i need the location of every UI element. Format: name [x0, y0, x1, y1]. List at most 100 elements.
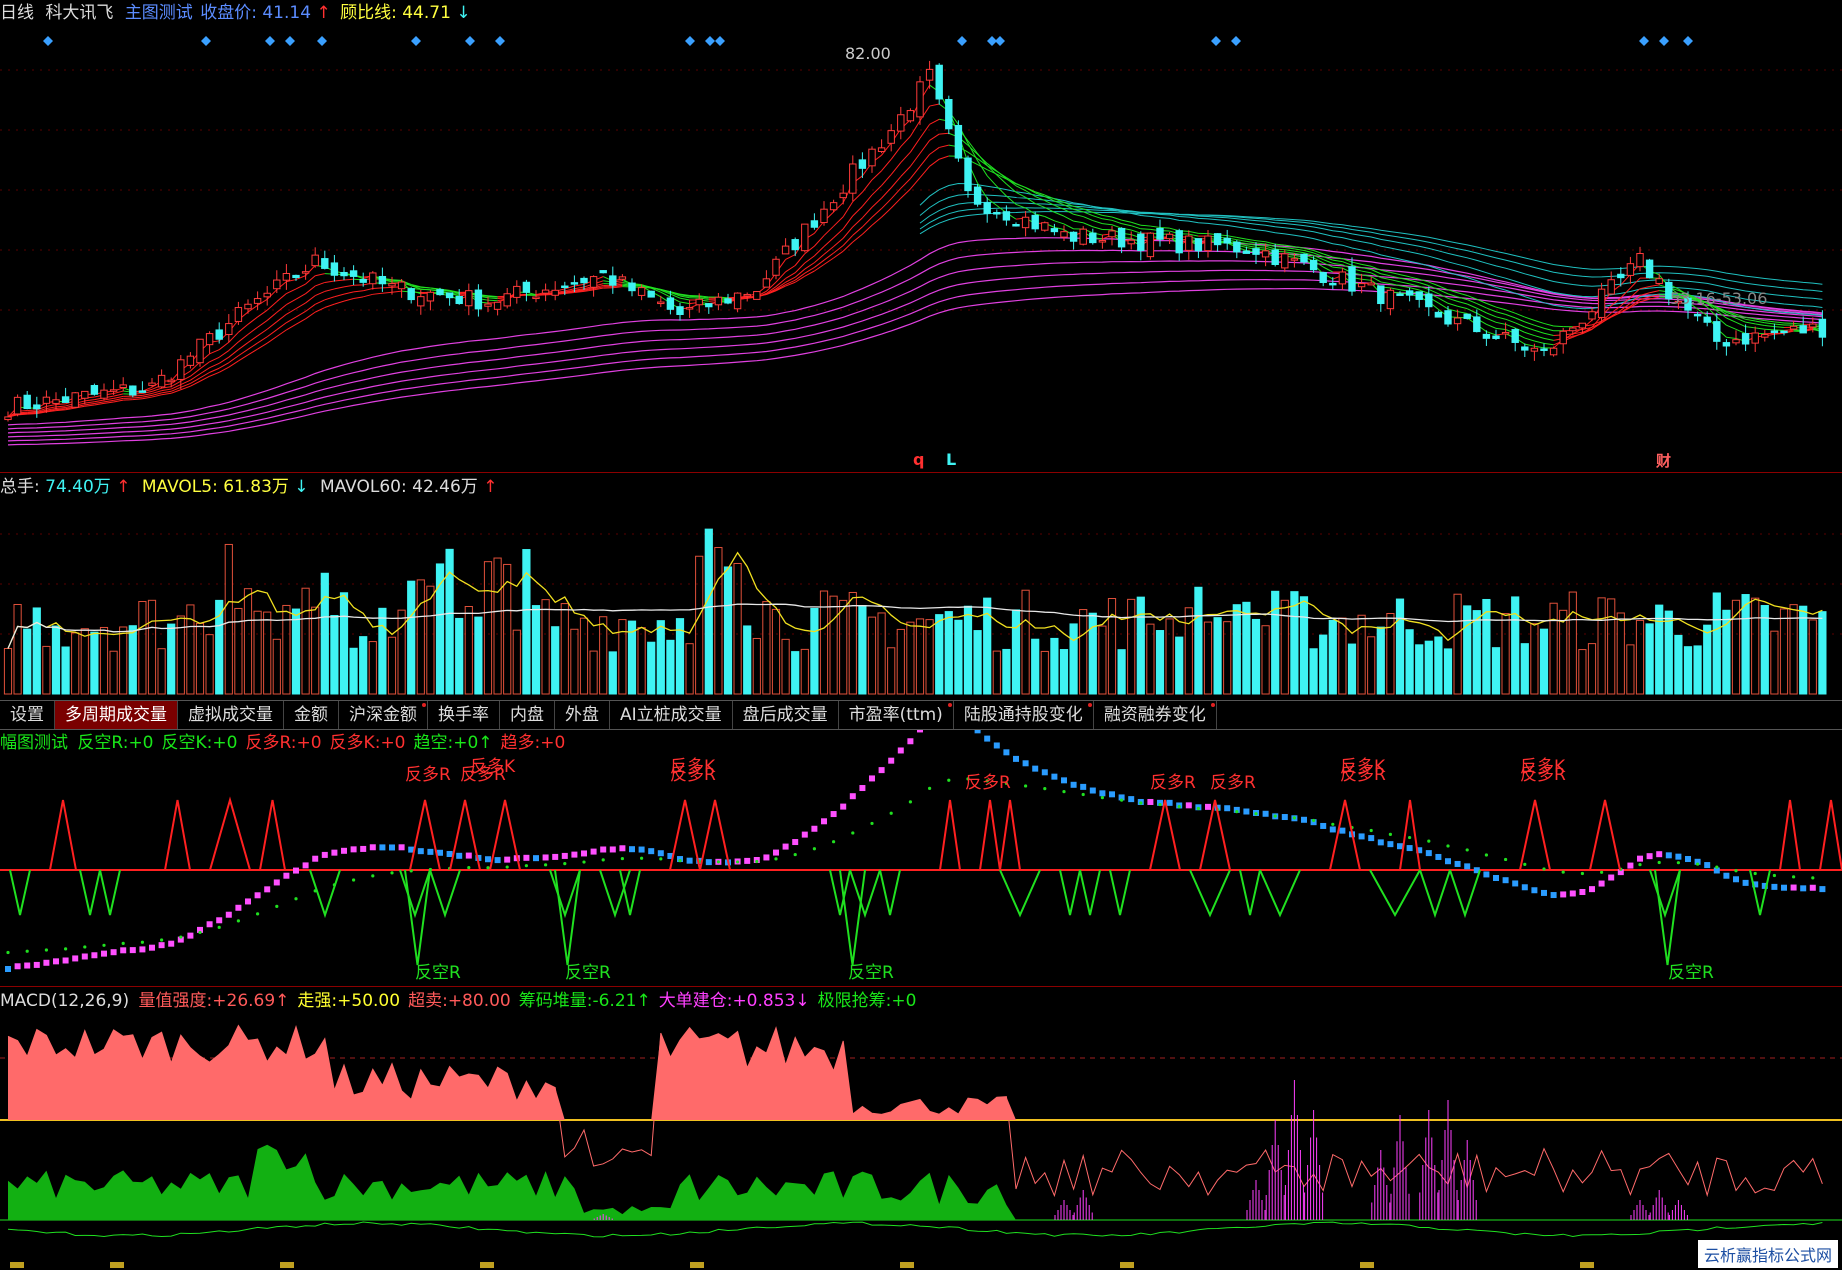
tab-label: 沪深金额	[349, 705, 417, 725]
trend-dotted-point	[25, 949, 29, 953]
candle-body	[666, 297, 675, 310]
buy-spike	[1819, 799, 1842, 871]
short-ribbon-segment	[1524, 321, 1535, 326]
signal-diamond-icon	[285, 36, 295, 46]
tab-label: 金额	[294, 705, 328, 725]
event-marker-q[interactable]: q	[913, 450, 924, 469]
tab-10[interactable]: 市盈率(ttm)	[839, 701, 954, 729]
tab-1[interactable]: 多周期成交量	[55, 701, 178, 729]
short-ribbon-segment	[1755, 327, 1765, 330]
short-ribbon-segment	[1255, 240, 1266, 243]
candle-body	[839, 192, 847, 199]
mavol5-value: 61.83万	[223, 477, 289, 497]
tab-4[interactable]: 沪深金额	[339, 701, 428, 729]
short-ribbon-segment	[353, 290, 364, 293]
trend-dot	[417, 848, 424, 855]
event-marker-finance[interactable]: 财	[1656, 450, 1671, 471]
candle-body	[772, 258, 780, 276]
tab-6[interactable]: 内盘	[500, 701, 555, 729]
trend-dot	[792, 839, 799, 846]
signal-panel[interactable]: 幅图测试 反空R:+0 反空K:+0 反多R:+0 反多K:+0 趋空:+0↑ 趋多:+0…	[0, 730, 1842, 985]
trend-dot	[1704, 862, 1711, 869]
trend-dotted-point	[1235, 809, 1239, 814]
buy-spike	[939, 799, 961, 871]
short-ribbon-segment	[315, 273, 325, 277]
short-ribbon-segment	[814, 235, 825, 247]
date-axis	[0, 1262, 1842, 1270]
trend-dot	[245, 898, 251, 905]
macd-chart[interactable]	[0, 988, 1842, 1262]
tab-5[interactable]: 换手率	[428, 701, 500, 729]
volume-bar	[349, 647, 358, 695]
volume-chart[interactable]	[0, 474, 1842, 700]
trend-dot	[773, 849, 779, 856]
short-ribbon-segment	[363, 288, 373, 292]
short-ribbon-segment	[1083, 216, 1093, 222]
volume-bar	[1050, 637, 1059, 695]
short-ribbon-segment	[238, 354, 249, 362]
volume-bar	[1779, 608, 1789, 695]
trend-dotted-point	[736, 860, 740, 864]
trend-dotted-point	[467, 865, 471, 870]
trend-dotted-point	[1523, 862, 1527, 867]
candle-body	[1242, 250, 1251, 254]
short-ribbon-segment	[1342, 261, 1353, 266]
short-ribbon-segment	[881, 158, 892, 172]
short-ribbon-segment	[1361, 270, 1372, 274]
trend-dotted-point	[505, 865, 509, 869]
signal-chart[interactable]: 反多R 反多R 反多R 反多R 反多R 反多R 反多R 反多R反多K 反多K 反多K 反多K反空R 反…	[0, 730, 1842, 985]
short-ribbon-segment	[430, 287, 441, 290]
candle-body	[810, 220, 819, 228]
trend-dot	[859, 785, 866, 792]
trend-dotted-point	[1254, 812, 1258, 816]
tab-7[interactable]: 外盘	[555, 701, 610, 729]
short-ribbon-segment	[939, 155, 949, 160]
trend-dot	[1243, 808, 1250, 815]
main-chart-panel[interactable]: 日线 科大讯飞 主图测试 收盘价: 41.14 ↑ 顾比线: 44.71 ↓ q…	[0, 0, 1842, 470]
trend-dotted-point	[1120, 798, 1124, 802]
short-ribbon-segment	[487, 299, 498, 302]
event-marker-l[interactable]: L	[946, 450, 956, 469]
volume-bar	[99, 626, 109, 695]
tab-0[interactable]: 设置	[0, 701, 55, 729]
short-ribbon-segment	[1543, 322, 1554, 327]
tab-8[interactable]: AI立桩成交量	[610, 701, 733, 729]
candle-body	[1405, 290, 1414, 296]
tab-12[interactable]: 融资融券变化	[1094, 701, 1217, 729]
candlestick-chart[interactable]	[0, 0, 1842, 470]
trend-dot	[1579, 888, 1586, 895]
short-ribbon-segment	[1111, 224, 1122, 229]
short-ribbon-segment	[1399, 274, 1410, 278]
candle-body	[1261, 250, 1270, 258]
short-ribbon-segment	[218, 356, 230, 364]
trend-dot	[1675, 853, 1682, 860]
signal-diamond-icon	[265, 36, 275, 46]
trend-dotted-point	[1676, 861, 1680, 865]
volume-panel[interactable]: 总手: 74.40万 ↑ MAVOL5: 61.83万 ↓ MAVOL60: 4…	[0, 474, 1842, 700]
short-ribbon-segment	[27, 413, 37, 415]
tab-9[interactable]: 盘后成交量	[733, 701, 839, 729]
tab-11[interactable]: 陆股通持股变化	[954, 701, 1094, 729]
trend-dotted-point	[1312, 818, 1316, 823]
candle-body	[1194, 238, 1203, 252]
trend-dotted-point	[198, 930, 202, 935]
candle-body	[1703, 316, 1711, 323]
trend-dotted-point	[83, 945, 87, 949]
volume-bar	[1424, 640, 1433, 695]
tab-3[interactable]: 金额	[284, 701, 339, 729]
macd-panel[interactable]: MACD(12,26,9) 量值强度:+26.69↑ 走强:+50.00 超卖:+8…	[0, 988, 1842, 1262]
trend-dotted-point	[121, 941, 125, 945]
short-ribbon-segment	[295, 302, 306, 310]
trend-dot	[1445, 858, 1451, 865]
short-ribbon-segment	[27, 410, 37, 413]
candle-body	[743, 293, 751, 297]
volume-bar	[666, 639, 675, 695]
main-chart-header: 日线 科大讯飞 主图测试 收盘价: 41.14 ↑ 顾比线: 44.71 ↓	[0, 0, 477, 26]
candle-body	[1185, 235, 1193, 251]
candle-body	[762, 278, 771, 288]
buy-spike	[669, 799, 701, 871]
short-ribbon-segment	[1505, 318, 1516, 324]
tab-2[interactable]: 虚拟成交量	[178, 701, 284, 729]
buy-spike	[259, 799, 286, 871]
candle-body	[945, 98, 953, 130]
